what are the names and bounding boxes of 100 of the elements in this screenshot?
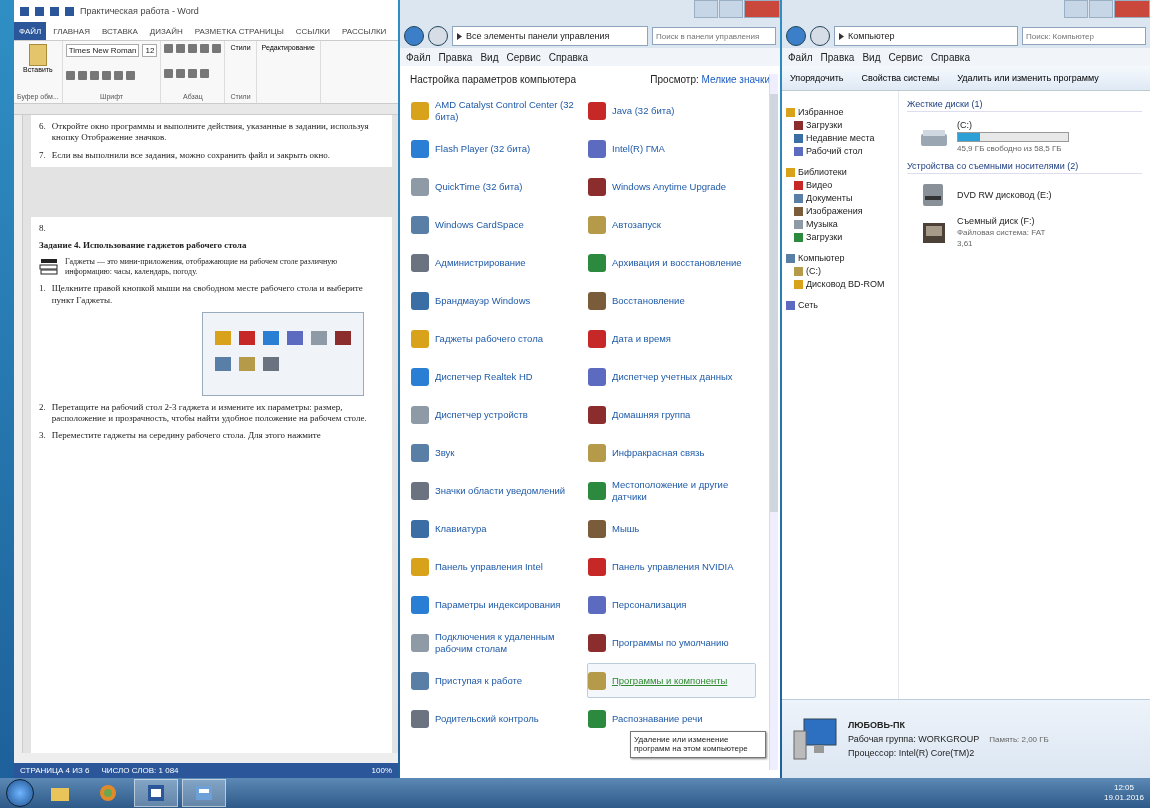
chevron-icon[interactable] [457,32,462,40]
search-field[interactable]: Поиск: Компьютер [1022,27,1146,45]
font-name-field[interactable]: Times New Roman [65,44,140,57]
ribbon-tab[interactable]: ДИЗАЙН [144,22,188,40]
nav-item[interactable]: Видео [806,180,833,190]
control-panel-item[interactable]: Родительский контроль [410,701,579,736]
group-heading[interactable]: Жесткие диски (1) [907,99,1142,112]
ribbon-tab[interactable]: ФАЙЛ [14,22,47,40]
nav-item[interactable]: Загрузки [806,232,843,242]
control-panel-item[interactable]: Восстановление [587,283,756,318]
back-button[interactable] [404,26,424,46]
control-panel-item[interactable]: Домашняя группа [587,397,756,432]
paragraph: Переместите гаджеты на середину рабочего стола. Для этого нажмите [51,430,321,442]
nav-item[interactable]: (C:) [806,266,821,276]
menu-item[interactable]: Справка [930,51,970,63]
nav-item[interactable]: Изображения [806,206,863,216]
view-dropdown[interactable]: Мелкие значки [701,74,770,85]
menu-item[interactable]: Правка [438,51,473,63]
ribbon-tab[interactable]: ВСТАВКА [96,22,143,40]
menu-item[interactable]: Вид [862,51,881,63]
close-button[interactable] [744,0,780,18]
back-button[interactable] [786,26,806,46]
toolbar-button[interactable]: Упорядочить [788,71,846,85]
control-panel-item[interactable]: Инфракрасная связь [587,435,756,470]
control-panel-item[interactable]: Местоположение и другие датчики [587,473,756,508]
ribbon-tab[interactable]: ГЛАВНАЯ [48,22,95,40]
nav-item[interactable]: Документы [806,193,853,203]
taskbar-button[interactable] [134,779,178,807]
control-panel-item[interactable]: Java (32 бита) [587,93,756,128]
taskbar-button[interactable] [182,779,226,807]
control-panel-item[interactable]: Мышь [587,511,756,546]
font-size-field[interactable]: 12 [142,44,158,57]
control-panel-item[interactable]: AMD Catalyst Control Center (32 бита) [410,93,579,128]
control-panel-item[interactable]: Intel(R) ГМА [587,131,756,166]
control-panel-item[interactable]: Программы и компоненты [587,663,756,698]
control-panel-item[interactable]: Параметры индексирования [410,587,579,622]
control-panel-item[interactable]: Приступая к работе [410,663,579,698]
toolbar-button[interactable]: Удалить или изменить программу [955,71,1101,85]
control-panel-item[interactable]: Flash Player (32 бита) [410,131,579,166]
nav-header[interactable]: Сеть [798,300,819,310]
close-button[interactable] [1114,0,1150,18]
horizontal-scrollbar[interactable] [14,753,398,763]
control-panel-item[interactable]: Диспетчер учетных данных [587,359,756,394]
menu-item[interactable]: Сервис [506,51,541,63]
chevron-icon[interactable] [839,32,844,40]
control-panel-item[interactable]: Программы по умолчанию [587,625,756,660]
forward-button[interactable] [428,26,448,46]
control-panel-item[interactable]: Панель управления Intel [410,549,579,584]
menu-item[interactable]: Справка [548,51,588,63]
control-panel-item[interactable]: Звук [410,435,579,470]
menu-item[interactable]: Правка [820,51,855,63]
nav-header[interactable]: Компьютер [798,253,845,263]
nav-item[interactable]: Загрузки [806,120,843,130]
paragraph: Щелкните правой кнопкой мыши на свободном месте рабочего стола и выберите пункт Гаджеты. [51,283,364,306]
start-button[interactable] [6,779,34,807]
control-panel-item[interactable]: Гаджеты рабочего стола [410,321,579,356]
forward-button[interactable] [810,26,830,46]
group-heading[interactable]: Устройства со съемными носителями (2) [907,161,1142,174]
drive-name[interactable]: Съемный диск (F:) [957,216,1046,226]
control-panel-item[interactable]: Windows CardSpace [410,207,579,242]
control-panel-icon [588,671,606,690]
list-number: 7. [39,149,46,161]
menu-item[interactable]: Вид [480,51,499,63]
menu-item[interactable]: Файл [406,51,431,63]
control-panel-item[interactable]: Подключения к удаленным рабочим столам [410,625,579,660]
control-panel-item[interactable]: Клавиатура [410,511,579,546]
breadcrumb[interactable]: Компьютер [848,31,895,41]
nav-item[interactable]: Музыка [806,219,838,229]
nav-header[interactable]: Библиотеки [798,167,847,177]
paragraph: Откройте окно программы и выполните действия, указанные в задании, используя кнопку Отображение значков. [51,121,370,144]
ribbon-tab[interactable]: РАССЫЛКИ [337,22,392,40]
control-panel-item[interactable]: Архивация и восстановление [587,245,756,280]
drive-name[interactable]: DVD RW дисковод (E:) [957,190,1052,200]
nav-item[interactable]: Недавние места [806,133,875,143]
control-panel-item[interactable]: Диспетчер устройств [410,397,579,432]
control-panel-item[interactable]: Значки области уведомлений [410,473,579,508]
ribbon-tab[interactable]: ССЫЛКИ [290,22,336,40]
scrollbar-thumb[interactable] [770,94,778,512]
control-panel-item[interactable]: Windows Anytime Upgrade [587,169,756,204]
nav-item[interactable]: Рабочий стол [806,146,863,156]
search-field[interactable]: Поиск в панели управления [652,27,776,45]
control-panel-item[interactable]: Диспетчер Realtek HD [410,359,579,394]
control-panel-item[interactable]: Панель управления NVIDIA [587,549,756,584]
detail-text: Рабочая группа: WORKGROUP [848,734,980,744]
control-panel-item[interactable]: Персонализация [587,587,756,622]
nav-header[interactable]: Избранное [798,107,844,117]
ribbon-tab[interactable]: РАЗМЕТКА СТРАНИЦЫ [189,22,289,40]
list-number: 6. [39,121,46,133]
status-text: СТРАНИЦА 4 ИЗ 6 [20,766,90,775]
control-panel-item[interactable]: Брандмауэр Windows [410,283,579,318]
control-panel-item[interactable]: Автозапуск [587,207,756,242]
control-panel-item[interactable]: QuickTime (32 бита) [410,169,579,204]
menu-item[interactable]: Файл [788,51,813,63]
toolbar-button[interactable]: Свойства системы [859,71,942,85]
drive-name[interactable]: (C:) [957,120,1069,130]
menu-item[interactable]: Сервис [888,51,923,63]
control-panel-icon [588,291,606,310]
control-panel-item[interactable]: Администрирование [410,245,579,280]
control-panel-item[interactable]: Дата и время [587,321,756,356]
nav-item[interactable]: Дисковод BD-ROM [806,279,885,289]
